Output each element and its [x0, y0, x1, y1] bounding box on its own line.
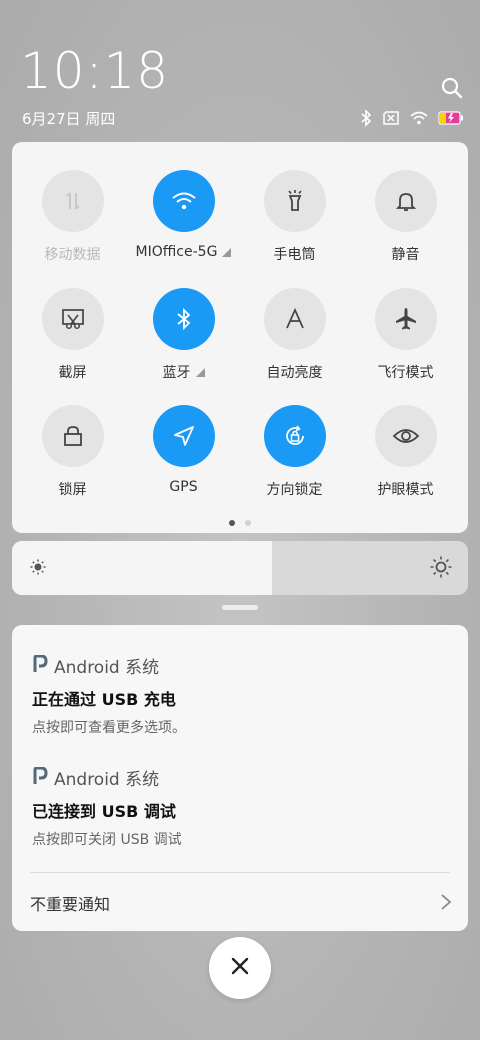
clock-date: 6月27日 周四 [22, 110, 116, 128]
android-system-icon [32, 654, 48, 677]
flashlight-icon [263, 170, 326, 232]
auto-brightness-icon [263, 288, 326, 350]
tile-label: 护眼模式 [377, 482, 434, 498]
tile-airplane[interactable]: 飞行模式 [350, 288, 461, 382]
airplane-icon [374, 288, 437, 350]
tile-gps[interactable]: GPS [128, 405, 239, 495]
tile-label: 飞行模式 [377, 365, 434, 381]
clock-time: 10:18 [20, 42, 170, 100]
tile-label: 移动数据 [44, 247, 101, 263]
android-system-icon [32, 766, 48, 789]
tile-flashlight[interactable]: 手电筒 [239, 170, 350, 264]
status-bar-icons [360, 108, 464, 128]
mobile-data-icon [41, 170, 104, 232]
lock-icon [41, 405, 104, 467]
search-icon[interactable] [440, 76, 464, 100]
notification-usb-debugging[interactable]: Android 系统 已连接到 USB 调试 点按即可关闭 USB 调试 [32, 765, 452, 849]
rotation-lock-icon [263, 405, 326, 467]
drag-handle[interactable] [222, 605, 258, 610]
eye-icon [374, 405, 437, 467]
tile-label: 静音 [391, 247, 420, 263]
tile-label: 锁屏 [58, 482, 87, 498]
notification-title: 已连接到 USB 调试 [32, 802, 176, 821]
quick-settings-panel: 移动数据 MIOffice-5G 手电筒 静音 截屏 蓝牙 自动亮度 飞行模式 … [12, 142, 468, 533]
tile-screenshot[interactable]: 截屏 [17, 288, 128, 382]
screenshot-icon [41, 288, 104, 350]
page-indicator [12, 520, 468, 526]
notification-app-name: Android 系统 [54, 658, 160, 678]
brightness-high-icon [430, 556, 452, 582]
tile-mobile-data[interactable]: 移动数据 [17, 170, 128, 264]
bell-icon [374, 170, 437, 232]
brightness-level-fill [12, 541, 272, 595]
expand-triangle-icon[interactable] [195, 367, 205, 377]
wifi-status-icon [410, 111, 428, 125]
bluetooth-status-icon [360, 109, 372, 127]
battery-charging-icon [438, 111, 464, 125]
tile-label: 截屏 [58, 365, 87, 381]
notification-app-name: Android 系统 [54, 770, 160, 790]
clear-all-button[interactable] [209, 937, 271, 999]
wifi-icon [152, 170, 215, 232]
chevron-right-icon[interactable] [440, 893, 452, 915]
tile-label: 手电筒 [273, 247, 316, 263]
notification-title: 正在通过 USB 充电 [32, 690, 176, 709]
tile-bluetooth[interactable]: 蓝牙 [128, 288, 239, 382]
gps-icon [152, 405, 215, 467]
unimportant-notifications-link[interactable]: 不重要通知 [30, 891, 110, 915]
no-sim-icon [382, 111, 400, 125]
notification-panel: Android 系统 正在通过 USB 充电 点按即可查看更多选项。 Andro… [12, 625, 468, 931]
expand-triangle-icon[interactable] [222, 247, 232, 257]
tile-label: MIOffice-5G [135, 244, 218, 260]
notification-subtitle: 点按即可查看更多选项。 [32, 720, 186, 736]
tile-label: GPS [169, 479, 198, 495]
tile-label: 方向锁定 [266, 482, 323, 498]
tile-lock-screen[interactable]: 锁屏 [17, 405, 128, 499]
page-dot-active [229, 520, 235, 526]
tile-auto-brightness[interactable]: 自动亮度 [239, 288, 350, 382]
brightness-low-icon [30, 559, 46, 579]
tile-wifi[interactable]: MIOffice-5G [128, 170, 239, 260]
bluetooth-icon [152, 288, 215, 350]
tile-eye-care[interactable]: 护眼模式 [350, 405, 461, 499]
tile-mute[interactable]: 静音 [350, 170, 461, 264]
close-icon [231, 957, 249, 979]
notification-subtitle: 点按即可关闭 USB 调试 [32, 832, 182, 848]
brightness-slider[interactable] [12, 541, 468, 595]
tile-label: 蓝牙 [162, 365, 191, 381]
notification-usb-charging[interactable]: Android 系统 正在通过 USB 充电 点按即可查看更多选项。 [32, 653, 452, 737]
page-dot [245, 520, 251, 526]
tile-rotation-lock[interactable]: 方向锁定 [239, 405, 350, 499]
divider [30, 872, 450, 873]
tile-label: 自动亮度 [266, 365, 323, 381]
